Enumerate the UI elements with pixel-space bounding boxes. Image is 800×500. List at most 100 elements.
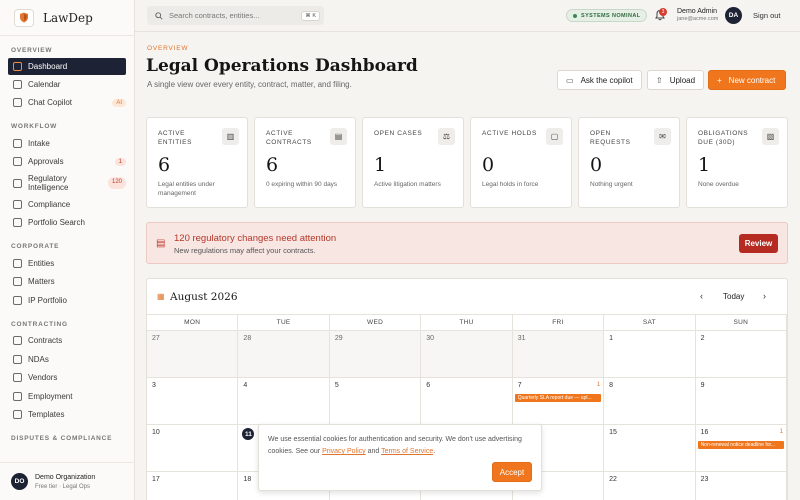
calendar-day[interactable]: 27 <box>147 331 239 378</box>
calendar-day[interactable]: 6 <box>421 378 513 425</box>
calendar-day[interactable]: 4 <box>238 378 330 425</box>
sidebar-item-entities[interactable]: Entities <box>0 254 134 273</box>
status-dot-icon <box>573 13 577 18</box>
sidebar-item-label: Regulatory Intelligence <box>28 173 69 193</box>
sidebar-item-chat-copilot[interactable]: Chat Copilot AI <box>0 94 134 113</box>
nav-section-disputes-compliance: DISPUTES & COMPLIANCE <box>11 435 113 442</box>
calendar-day[interactable]: 9 <box>695 378 787 425</box>
stat-value: 1 <box>698 154 711 176</box>
calendar-day[interactable]: 22 <box>604 472 696 500</box>
nav-section-workflow: WORKFLOW <box>11 123 58 130</box>
stat-note: 0 expiring within 90 days <box>266 181 338 188</box>
sidebar-item-templates[interactable]: Templates <box>0 406 134 425</box>
calendar-day[interactable]: 5 <box>329 378 422 425</box>
stat-label: OPEN REQUESTS <box>590 130 631 146</box>
calendar-day[interactable]: 1 <box>604 331 696 378</box>
sign-out-button[interactable]: Sign out <box>753 11 781 20</box>
chevron-left-icon[interactable]: ‹ <box>700 291 703 301</box>
stat-note: Nothing urgent <box>590 181 633 188</box>
day-number: 9 <box>700 382 705 389</box>
sidebar-item-intake[interactable]: Intake <box>0 134 134 153</box>
stat-note: None overdue <box>698 181 739 188</box>
event-count: 1 <box>779 429 783 435</box>
calendar-day[interactable]: 17 <box>147 472 239 500</box>
calendar-day[interactable]: 2 <box>695 331 787 378</box>
ask-copilot-label: Ask the copilot <box>580 75 633 85</box>
ask-copilot-button[interactable]: ▭ Ask the copilot <box>557 70 642 90</box>
calendar-event[interactable]: Non-renewal notice deadline for... <box>697 441 784 449</box>
day-number: 29 <box>334 335 343 342</box>
day-number: 17 <box>152 476 160 483</box>
terms-of-service-link[interactable]: Terms of Service <box>381 448 433 455</box>
stat-card-active-entities[interactable]: ACTIVE ENTITIES ▥ 6 Legal entities under ma… <box>146 117 248 208</box>
sidebar-item-label: Chat Copilot <box>28 98 73 108</box>
sidebar-item-employment[interactable]: Employment <box>0 387 134 406</box>
sidebar-item-label: Employment <box>28 391 73 401</box>
stat-note: Legal holds in force <box>482 181 539 188</box>
chat-icon: ▭ <box>566 75 574 85</box>
weekday-header: MON <box>147 315 239 331</box>
sidebar-item-matters[interactable]: Matters <box>0 273 134 292</box>
calendar-day[interactable]: 8 <box>604 378 696 425</box>
stat-label: ACTIVE CONTRACTS <box>266 130 312 146</box>
day-number: 5 <box>334 382 339 389</box>
stat-card-open-cases[interactable]: OPEN CASES ⚖ 1 Active litigation matters <box>362 117 464 208</box>
review-button[interactable]: Review <box>739 234 778 253</box>
templates-icon <box>13 410 22 420</box>
stat-value: 0 <box>590 154 603 176</box>
stat-card-active-holds[interactable]: ACTIVE HOLDS ▢ 0 Legal holds in force <box>470 117 572 208</box>
approvals-icon <box>13 157 22 167</box>
day-number: 31 <box>517 335 526 342</box>
user-info[interactable]: Demo Admin jane@acme.com <box>677 8 718 22</box>
scales-icon: ⚖ <box>438 128 455 145</box>
calendar-day[interactable]: 28 <box>238 331 330 378</box>
brand[interactable]: LawDep <box>0 0 134 36</box>
calendar-day[interactable]: 30 <box>421 331 513 378</box>
sidebar-item-label: Dashboard <box>28 62 68 71</box>
sidebar-item-approvals[interactable]: Approvals 1 <box>0 153 134 172</box>
upload-button[interactable]: ⇧ Upload <box>647 70 705 90</box>
sidebar-item-compliance[interactable]: Compliance <box>0 195 134 214</box>
calendar-day[interactable]: 16 1 Non-renewal notice deadline for... <box>695 425 787 472</box>
sidebar-item-dashboard[interactable]: Dashboard <box>8 58 126 75</box>
calendar-day[interactable]: 15 <box>604 425 696 472</box>
sidebar-item-ip-portfolio[interactable]: IP Portfolio <box>0 291 134 310</box>
new-contract-button[interactable]: + New contract <box>708 70 786 90</box>
clipboard-icon: ▧ <box>762 128 779 145</box>
privacy-policy-link[interactable]: Privacy Policy <box>322 448 366 455</box>
sidebar-item-portfolio-search[interactable]: Portfolio Search <box>0 214 134 233</box>
sidebar-item-ndas[interactable]: NDAs <box>0 350 134 369</box>
cookie-text: We use essential cookies for authenticat… <box>268 434 528 458</box>
stat-value: 6 <box>266 154 279 176</box>
calendar-day[interactable]: 10 <box>147 425 239 472</box>
today-button[interactable]: Today <box>723 292 744 301</box>
search-input[interactable]: Search contracts, entities... ⌘ K <box>147 6 324 25</box>
calendar-day[interactable]: 3 <box>147 378 239 425</box>
regulatory-alert: ▤ 120 regulatory changes need attention … <box>146 222 788 264</box>
employment-icon <box>13 391 22 401</box>
calendar-day[interactable]: 29 <box>329 331 422 378</box>
calendar-day[interactable]: 31 <box>512 331 605 378</box>
stat-card-obligations-due-30d[interactable]: OBLIGATIONS DUE (30D) ▧ 1 None overdue <box>686 117 788 208</box>
sidebar-item-contracts[interactable]: Contracts <box>0 332 134 351</box>
accept-cookies-button[interactable]: Accept <box>492 462 532 482</box>
sidebar-item-calendar[interactable]: Calendar <box>0 75 134 94</box>
sidebar-nav: OVERVIEW Dashboard Calendar Chat Copilot AI W… <box>0 47 134 442</box>
sidebar-item-regulatory-intelligence[interactable]: Regulatory Intelligence 120 <box>0 171 134 195</box>
avatar[interactable]: DA <box>725 7 742 24</box>
stat-card-active-contracts[interactable]: ACTIVE CONTRACTS ▤ 6 0 expiring within 90 d… <box>254 117 356 208</box>
compliance-icon <box>13 199 22 209</box>
stat-label: OBLIGATIONS DUE (30D) <box>698 130 749 146</box>
stat-note: Active litigation matters <box>374 181 441 188</box>
nav-section-overview: OVERVIEW <box>11 47 53 54</box>
sidebar-item-vendors[interactable]: Vendors <box>0 369 134 388</box>
calendar-event[interactable]: Quarterly SLA report due — upl... <box>514 394 602 402</box>
calendar-day[interactable]: 23 <box>696 472 787 500</box>
calendar-day[interactable]: 7 1 Quarterly SLA report due — upl... <box>512 378 605 425</box>
nav-section-contracting: CONTRACTING <box>11 320 68 328</box>
stat-card-open-requests[interactable]: OPEN REQUESTS ✉ 0 Nothing urgent <box>578 117 680 208</box>
search-icon <box>155 11 163 20</box>
chevron-right-icon[interactable]: › <box>763 291 766 301</box>
stat-value: 1 <box>374 154 387 176</box>
org-switcher[interactable]: DO Demo Organization Free tier · Legal O… <box>0 462 134 500</box>
